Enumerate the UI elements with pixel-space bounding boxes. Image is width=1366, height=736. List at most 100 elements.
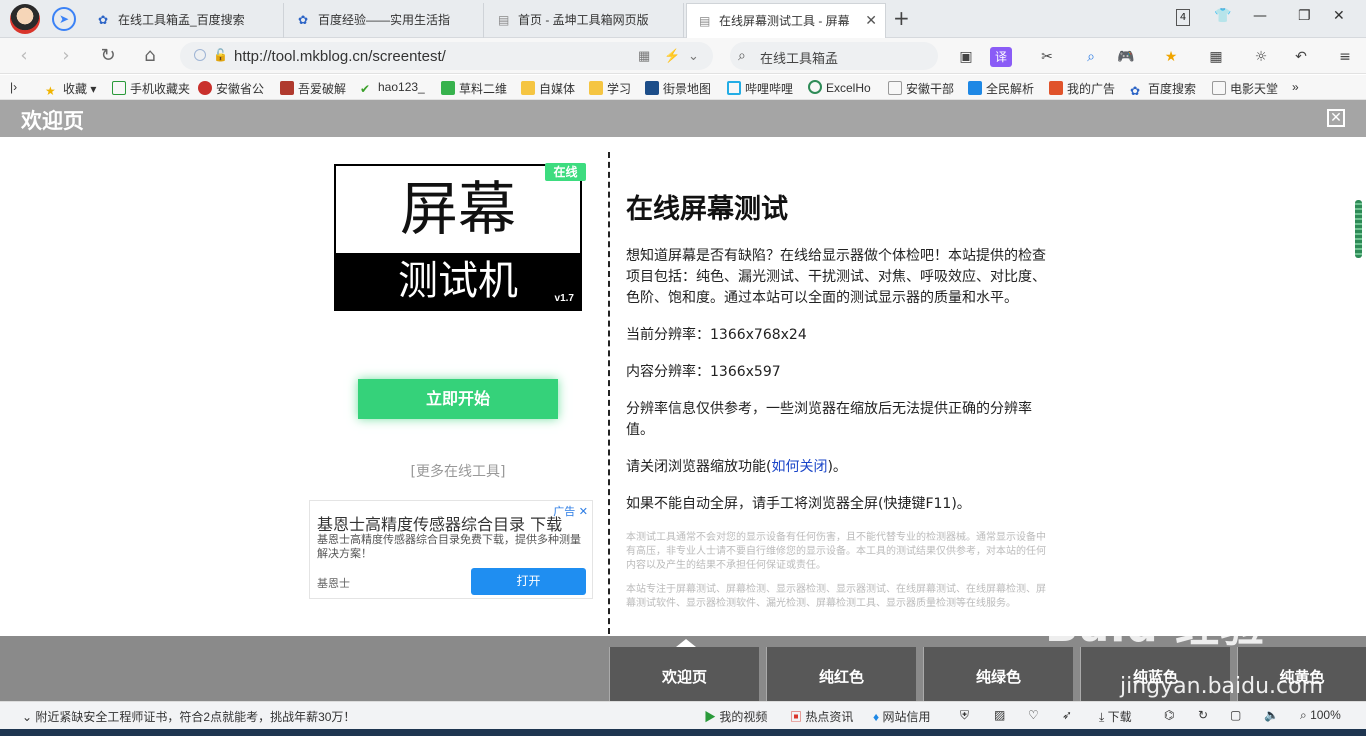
ad-open-button[interactable]: 打开 bbox=[471, 568, 586, 595]
zoom-control[interactable]: ⌕ 100% bbox=[1300, 708, 1341, 723]
send-icon[interactable]: ➤ bbox=[52, 7, 76, 31]
address-bar[interactable]: 🔓 http://tool.mkblog.cn/screentest/ ▦ ⚡ … bbox=[180, 42, 713, 70]
ad-description: 基恩士高精度传感器综合目录免费下载，提供多种测量解决方案！ bbox=[317, 533, 581, 560]
network-icon[interactable]: ⌬ bbox=[1164, 708, 1174, 722]
my-video-button[interactable]: ▶ 我的视频 bbox=[704, 708, 767, 725]
sidebar-toggle-icon[interactable]: |› bbox=[10, 80, 17, 94]
cut-icon[interactable]: ✂ bbox=[1036, 47, 1058, 67]
tab-baidu-jingyan[interactable]: ✿ 百度经验——实用生活指 bbox=[286, 3, 484, 38]
bookmark-excelhome[interactable]: ExcelHo bbox=[808, 80, 871, 95]
image-icon[interactable]: ▨ bbox=[994, 708, 1005, 722]
tab-baidu-search[interactable]: ✿ 在线工具箱孟_百度搜索 bbox=[86, 3, 284, 38]
page-icon bbox=[888, 81, 902, 95]
page-content: 欢迎页 ✕ 屏幕 测试机 v1.7 在线 立即开始 [更多在线工具] 基恩士高精… bbox=[0, 100, 1366, 701]
page-icon: ▤ bbox=[699, 14, 711, 28]
bookmark-bilibili[interactable]: 哔哩哔哩 bbox=[727, 80, 793, 97]
tab-screen-test[interactable]: ▤ 在线屏幕测试工具 - 屏幕 ✕ bbox=[686, 3, 886, 38]
bookmark-cli-qrcode[interactable]: 草料二维 bbox=[441, 80, 507, 97]
ad-brand: 基恩士 bbox=[317, 577, 350, 590]
news-ticker[interactable]: ⌄ 附近紧缺安全工程师证书，符合2点就能考，挑战年薪30万！ bbox=[22, 708, 355, 725]
ad-close-icon[interactable]: 广告 ✕ bbox=[553, 503, 588, 519]
current-resolution: 当前分辨率：1366x768x24 bbox=[626, 327, 807, 343]
find-icon[interactable]: ⌕ bbox=[1080, 47, 1102, 67]
undo-icon[interactable]: ↶ bbox=[1290, 47, 1312, 67]
online-badge: 在线 bbox=[545, 163, 586, 181]
skin-icon[interactable]: 👕 bbox=[1214, 8, 1231, 24]
page-icon: ▤ bbox=[498, 13, 510, 27]
bookmark-folder-media[interactable]: 自媒体 bbox=[521, 80, 575, 97]
refresh-icon[interactable]: ↻ bbox=[1198, 708, 1208, 722]
close-window-button[interactable]: ✕ bbox=[1333, 8, 1345, 24]
how-to-disable-link[interactable]: 如何关闭 bbox=[771, 459, 827, 475]
shield-icon[interactable]: ⛨ bbox=[960, 708, 969, 723]
more-tools-link[interactable]: [更多在线工具] bbox=[358, 461, 558, 481]
translate-icon[interactable]: 译 bbox=[990, 47, 1012, 67]
reload-button[interactable]: ↻ bbox=[96, 44, 120, 68]
bookmark-hao123[interactable]: ✔ hao123_ bbox=[360, 80, 425, 96]
hao123-icon: ✔ bbox=[360, 82, 371, 96]
bookmark-anhui-gov[interactable]: 安徽省公 bbox=[198, 80, 264, 97]
hot-news-button[interactable]: ▣ 热点资讯 bbox=[790, 708, 853, 725]
menu-icon[interactable]: ≡ bbox=[1334, 47, 1356, 67]
new-tab-button[interactable]: + bbox=[893, 8, 910, 28]
bookmark-baidu[interactable]: ✿ 百度搜索 bbox=[1130, 80, 1196, 98]
bookmark-dytt[interactable]: 电影天堂 bbox=[1212, 80, 1278, 97]
resolution-note: 分辨率信息仅供参考，一些浏览器在缩放后无法提供正确的分辨率值。 bbox=[626, 401, 1032, 438]
ad-title[interactable]: 基恩士高精度传感器综合目录 下载 bbox=[317, 511, 562, 535]
coupon-icon[interactable]: ★ bbox=[1160, 47, 1182, 67]
window-icon[interactable]: ▢ bbox=[1230, 708, 1241, 722]
tab-label: 在线工具箱孟_百度搜索 bbox=[118, 13, 245, 27]
logo-top-text: 屏幕 bbox=[399, 175, 516, 243]
maximize-button[interactable]: ❐ bbox=[1298, 8, 1311, 24]
bookmark-street-map[interactable]: 街景地图 bbox=[645, 80, 711, 97]
apps-icon[interactable]: ▦ bbox=[1205, 47, 1227, 67]
advertisement[interactable]: 基恩士高精度传感器综合目录 下载 广告 ✕ 基恩士高精度传感器综合目录免费下载，… bbox=[309, 500, 593, 599]
bookmark-folder-study[interactable]: 学习 bbox=[589, 80, 631, 97]
bookmark-favorites[interactable]: ★ 收藏 ▾ bbox=[45, 80, 96, 98]
qrcode-icon bbox=[441, 81, 455, 95]
news-icon: ▣ bbox=[790, 710, 806, 724]
logo-version: v1.7 bbox=[554, 293, 574, 304]
scrollbar-thumb[interactable] bbox=[1355, 200, 1362, 258]
dropdown-chevron-icon[interactable]: ⌄ bbox=[688, 48, 699, 64]
qr-code-icon[interactable]: ▦ bbox=[638, 48, 650, 64]
bookmark-anhui-cadre[interactable]: 安徽干部 bbox=[888, 80, 954, 97]
site-credit-button[interactable]: ♦ 网站信用 bbox=[873, 708, 930, 725]
bookmark-52pojie[interactable]: 吾爱破解 bbox=[280, 80, 346, 97]
search-text: 在线工具箱孟 bbox=[760, 51, 839, 66]
menu-welcome-button[interactable]: 欢迎页 bbox=[609, 639, 759, 701]
bookmark-quanmin[interactable]: 全民解析 bbox=[968, 80, 1034, 97]
site-info-icon[interactable] bbox=[194, 49, 206, 61]
brightness-icon[interactable]: ☼ bbox=[1250, 47, 1272, 67]
download-button[interactable]: ⤓ 下载 bbox=[1099, 708, 1132, 725]
tab-mengkun-home[interactable]: ▤ 首页 - 孟坤工具箱网页版 bbox=[486, 3, 684, 38]
reader-icon[interactable]: ▣ bbox=[955, 47, 977, 67]
ad-icon bbox=[1049, 81, 1063, 95]
back-button[interactable]: ‹ bbox=[12, 44, 36, 68]
close-tab-icon[interactable]: ✕ bbox=[865, 12, 877, 29]
bookmarks-more-button[interactable]: » bbox=[1292, 80, 1299, 94]
speed-mode-icon[interactable]: ⚡ bbox=[664, 48, 680, 64]
start-button[interactable]: 立即开始 bbox=[358, 379, 558, 419]
heart-icon[interactable]: ♡ bbox=[1028, 708, 1039, 722]
volume-icon[interactable]: 🔈 bbox=[1264, 708, 1279, 722]
rocket-icon[interactable]: ➶ bbox=[1062, 708, 1072, 722]
close-icon[interactable]: ✕ bbox=[1327, 109, 1345, 127]
folder-icon bbox=[589, 81, 603, 95]
page-heading: 在线屏幕测试 bbox=[626, 194, 788, 225]
home-button[interactable]: ⌂ bbox=[138, 44, 162, 68]
forward-button[interactable]: › bbox=[54, 44, 78, 68]
menu-red-button[interactable]: 纯红色 bbox=[766, 647, 916, 701]
user-avatar[interactable] bbox=[10, 4, 40, 34]
tab-count[interactable]: 4 bbox=[1176, 9, 1190, 26]
game-icon[interactable]: 🎮 bbox=[1115, 47, 1137, 67]
menu-green-button[interactable]: 纯绿色 bbox=[923, 647, 1073, 701]
bookmark-mobile[interactable]: 手机收藏夹 bbox=[112, 80, 190, 97]
minimize-button[interactable]: — bbox=[1253, 8, 1267, 24]
folder-icon bbox=[521, 81, 535, 95]
bookmark-my-ads[interactable]: 我的广告 bbox=[1049, 80, 1115, 97]
insecure-icon: 🔓 bbox=[213, 48, 228, 62]
baidu-watermark: Baid 经验 bbox=[1045, 601, 1266, 652]
zoom-icon: ⌕ bbox=[1300, 708, 1311, 722]
search-box[interactable]: ⌕ 在线工具箱孟 bbox=[730, 42, 938, 70]
